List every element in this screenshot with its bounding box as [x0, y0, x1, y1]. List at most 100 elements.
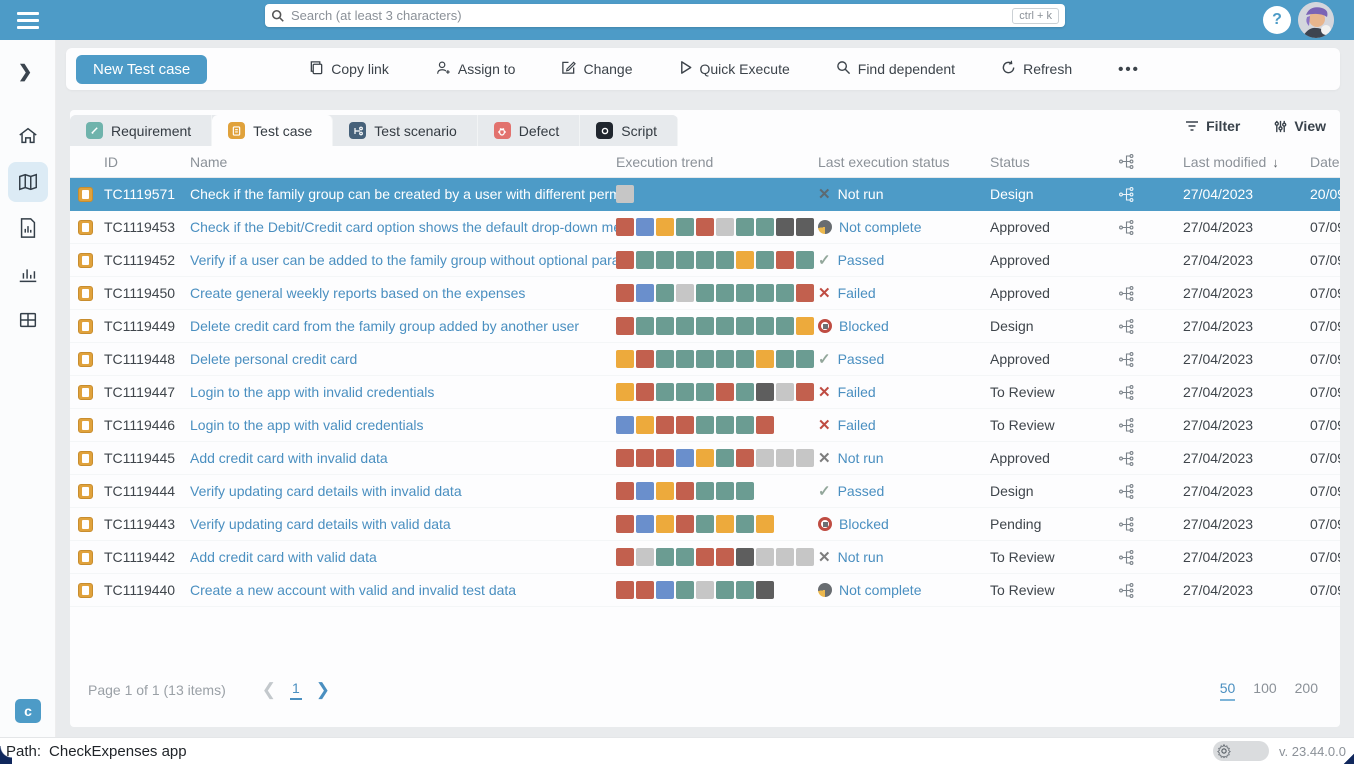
table-row[interactable]: TC1119453Check if the Debit/Credit card … [70, 211, 1340, 244]
column-header-status[interactable]: Status [990, 154, 1118, 170]
user-avatar[interactable] [1298, 2, 1334, 38]
trend-square-teal [676, 581, 694, 599]
sidebar-item-test-management[interactable] [8, 162, 48, 202]
column-header-last-execution-status[interactable]: Last execution status [818, 154, 990, 170]
assign-to-button[interactable]: Assign to [435, 60, 516, 78]
sidebar-item-home[interactable] [8, 116, 48, 156]
table-row[interactable]: TC1119447Login to the app with invalid c… [70, 376, 1340, 409]
test-case-name-link[interactable]: Check if the family group can be created… [190, 186, 616, 202]
table-row[interactable]: TC1119448Delete personal credit card✓Pas… [70, 343, 1340, 376]
last-execution-status[interactable]: ✕Failed [818, 417, 990, 433]
hierarchy-cell[interactable] [1118, 351, 1183, 368]
find-dependent-button[interactable]: Find dependent [836, 60, 955, 78]
hierarchy-cell[interactable] [1118, 285, 1183, 302]
copy-link-button[interactable]: Copy link [309, 60, 389, 78]
test-case-name-link[interactable]: Delete credit card from the family group… [190, 318, 579, 334]
tab-script[interactable]: Script [580, 115, 678, 146]
more-actions-button[interactable]: ••• [1118, 61, 1140, 78]
page-size-100[interactable]: 100 [1253, 680, 1276, 701]
pagination: Page 1 of 1 (13 items) ❮ 1 ❯ 50100200 [70, 677, 1340, 703]
filter-button[interactable]: Filter [1185, 118, 1240, 134]
column-header-last-modified[interactable]: Last modified↓ [1183, 154, 1310, 170]
app-logo-icon[interactable]: c [15, 699, 41, 723]
tab-test-case[interactable]: Test case [212, 115, 333, 146]
table-row[interactable]: TC1119449Delete credit card from the fam… [70, 310, 1340, 343]
path-value[interactable]: CheckExpenses app [49, 743, 187, 760]
help-button[interactable]: ? [1263, 6, 1291, 34]
column-header-name[interactable]: Name [190, 154, 616, 170]
hierarchy-cell[interactable] [1118, 582, 1183, 599]
prev-page-icon[interactable]: ❮ [262, 680, 276, 700]
test-case-name-link[interactable]: Create a new account with valid and inva… [190, 582, 516, 598]
test-case-name-link[interactable]: Verify updating card details with valid … [190, 516, 451, 532]
test-case-name-link[interactable]: Check if the Debit/Credit card option sh… [190, 219, 616, 235]
sidebar-item-boards[interactable] [8, 300, 48, 340]
change-button[interactable]: Change [561, 60, 632, 78]
hierarchy-cell[interactable] [1118, 417, 1183, 434]
last-execution-status[interactable]: ✕Not run [818, 549, 990, 565]
table-row[interactable]: TC1119444Verify updating card details wi… [70, 475, 1340, 508]
settings-toggle[interactable] [1213, 741, 1269, 761]
last-execution-status[interactable]: Blocked [818, 516, 990, 532]
hierarchy-cell[interactable] [1118, 318, 1183, 335]
last-execution-status[interactable]: ✕Not run [818, 450, 990, 466]
test-case-name-link[interactable]: Verify if a user can be added to the fam… [190, 252, 616, 268]
view-button[interactable]: View [1274, 118, 1326, 134]
global-search[interactable]: ctrl + k [265, 4, 1065, 27]
hierarchy-cell[interactable] [1118, 516, 1183, 533]
hierarchy-cell[interactable] [1118, 450, 1183, 467]
last-execution-status[interactable]: Not complete [818, 219, 990, 235]
sidebar-expand-chevron-icon[interactable]: ❯ [18, 62, 55, 82]
current-page-button[interactable]: 1 [290, 680, 302, 700]
hierarchy-cell[interactable] [1118, 549, 1183, 566]
tab-test-scenario[interactable]: Test scenario [333, 115, 477, 146]
test-case-name-link[interactable]: Login to the app with valid credentials [190, 417, 423, 433]
search-input[interactable] [291, 8, 1012, 23]
last-execution-status[interactable]: ✕Failed [818, 285, 990, 301]
new-test-case-button[interactable]: New Test case [76, 55, 207, 84]
table-row[interactable]: TC1119442Add credit card with valid data… [70, 541, 1340, 574]
table-row[interactable]: TC1119443Verify updating card details wi… [70, 508, 1340, 541]
column-header-hierarchy[interactable] [1118, 153, 1183, 170]
tab-requirement[interactable]: Requirement [70, 115, 212, 146]
hierarchy-cell[interactable] [1118, 483, 1183, 500]
test-case-name-link[interactable]: Create general weekly reports based on t… [190, 285, 525, 301]
sidebar-item-analytics[interactable] [8, 254, 48, 294]
last-execution-status[interactable]: ✓Passed [818, 483, 990, 499]
not-complete-pie-icon [818, 220, 832, 234]
test-case-name-link[interactable]: Add credit card with valid data [190, 549, 377, 565]
page-size-200[interactable]: 200 [1295, 680, 1318, 701]
column-header-id[interactable]: ID [104, 154, 190, 170]
table-row[interactable]: TC1119450Create general weekly reports b… [70, 277, 1340, 310]
table-controls: Filter View [1185, 118, 1326, 134]
test-case-name-link[interactable]: Add credit card with invalid data [190, 450, 388, 466]
last-execution-status[interactable]: ✕Failed [818, 384, 990, 400]
test-case-icon [78, 385, 93, 400]
test-case-name-link[interactable]: Verify updating card details with invali… [190, 483, 462, 499]
page-size-50[interactable]: 50 [1220, 680, 1236, 701]
last-execution-status[interactable]: ✕Not run [818, 186, 990, 202]
table-row[interactable]: TC1119452Verify if a user can be added t… [70, 244, 1340, 277]
tab-defect[interactable]: Defect [478, 115, 580, 146]
refresh-button[interactable]: Refresh [1001, 60, 1072, 78]
trend-square-blue [656, 581, 674, 599]
test-case-name-link[interactable]: Delete personal credit card [190, 351, 357, 367]
quick-execute-button[interactable]: Quick Execute [679, 60, 790, 78]
last-execution-status[interactable]: ✓Passed [818, 252, 990, 268]
last-execution-status[interactable]: Not complete [818, 582, 990, 598]
sidebar-item-reports[interactable] [8, 208, 48, 248]
hamburger-menu-icon[interactable] [0, 0, 56, 40]
test-case-name-link[interactable]: Login to the app with invalid credential… [190, 384, 434, 400]
last-execution-status[interactable]: ✓Passed [818, 351, 990, 367]
table-row[interactable]: TC1119440Create a new account with valid… [70, 574, 1340, 607]
column-header-date[interactable]: Date [1310, 154, 1340, 170]
last-execution-status[interactable]: Blocked [818, 318, 990, 334]
column-header-execution-trend[interactable]: Execution trend [616, 154, 818, 170]
table-row[interactable]: TC1119446Login to the app with valid cre… [70, 409, 1340, 442]
table-row[interactable]: TC1119571Check if the family group can b… [70, 178, 1340, 211]
hierarchy-cell[interactable] [1118, 219, 1183, 236]
hierarchy-cell[interactable] [1118, 384, 1183, 401]
next-page-icon[interactable]: ❯ [316, 680, 330, 700]
table-row[interactable]: TC1119445Add credit card with invalid da… [70, 442, 1340, 475]
hierarchy-cell[interactable] [1118, 186, 1183, 203]
